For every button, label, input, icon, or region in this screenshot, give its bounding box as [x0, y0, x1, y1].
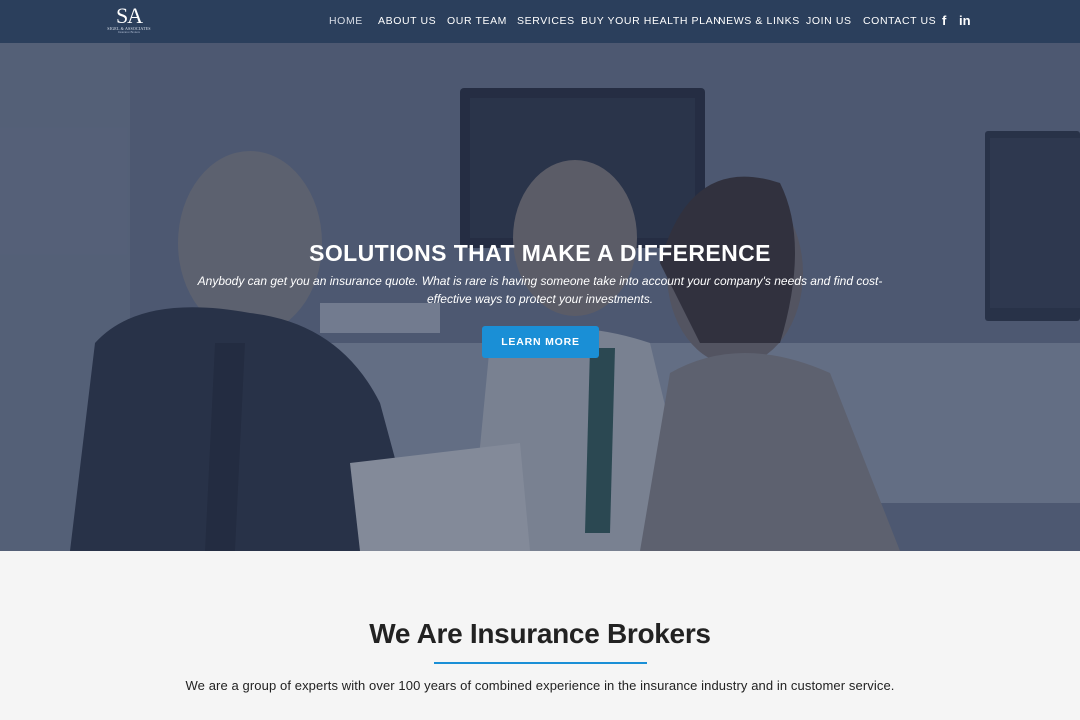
nav-item-home[interactable]: HOME	[329, 15, 363, 29]
intro-section: We Are Insurance Brokers We are a group …	[0, 551, 1080, 720]
linkedin-icon[interactable]: in	[959, 13, 971, 28]
nav-item-news-links[interactable]: NEWS & LINKS	[718, 15, 800, 29]
main-nav: HOME ABOUT US OUR TEAM SERVICES BUY YOUR…	[0, 0, 1080, 43]
site-header: SA SIGEL & ASSOCIATES Insurance Brokers …	[0, 0, 1080, 43]
hero-title: SOLUTIONS THAT MAKE A DIFFERENCE	[309, 240, 771, 266]
nav-item-contact-us[interactable]: CONTACT US	[863, 15, 936, 29]
hero-text: Anybody can get you an insurance quote. …	[197, 274, 883, 306]
nav-item-buy-your-health-plan[interactable]: BUY YOUR HEALTH PLAN	[581, 15, 721, 29]
intro-text: We are a group of experts with over 100 …	[185, 678, 895, 693]
hero-section: SOLUTIONS THAT MAKE A DIFFERENCE Anybody…	[0, 43, 1080, 551]
intro-title: We Are Insurance Brokers	[369, 618, 711, 649]
title-underline	[434, 662, 647, 664]
nav-item-services[interactable]: SERVICES	[517, 15, 575, 29]
nav-item-about-us[interactable]: ABOUT US	[378, 15, 436, 29]
nav-item-our-team[interactable]: OUR TEAM	[447, 15, 507, 29]
facebook-icon[interactable]: f	[942, 13, 946, 28]
learn-more-button[interactable]: LEARN MORE	[482, 326, 599, 358]
nav-item-join-us[interactable]: JOIN US	[806, 15, 852, 29]
